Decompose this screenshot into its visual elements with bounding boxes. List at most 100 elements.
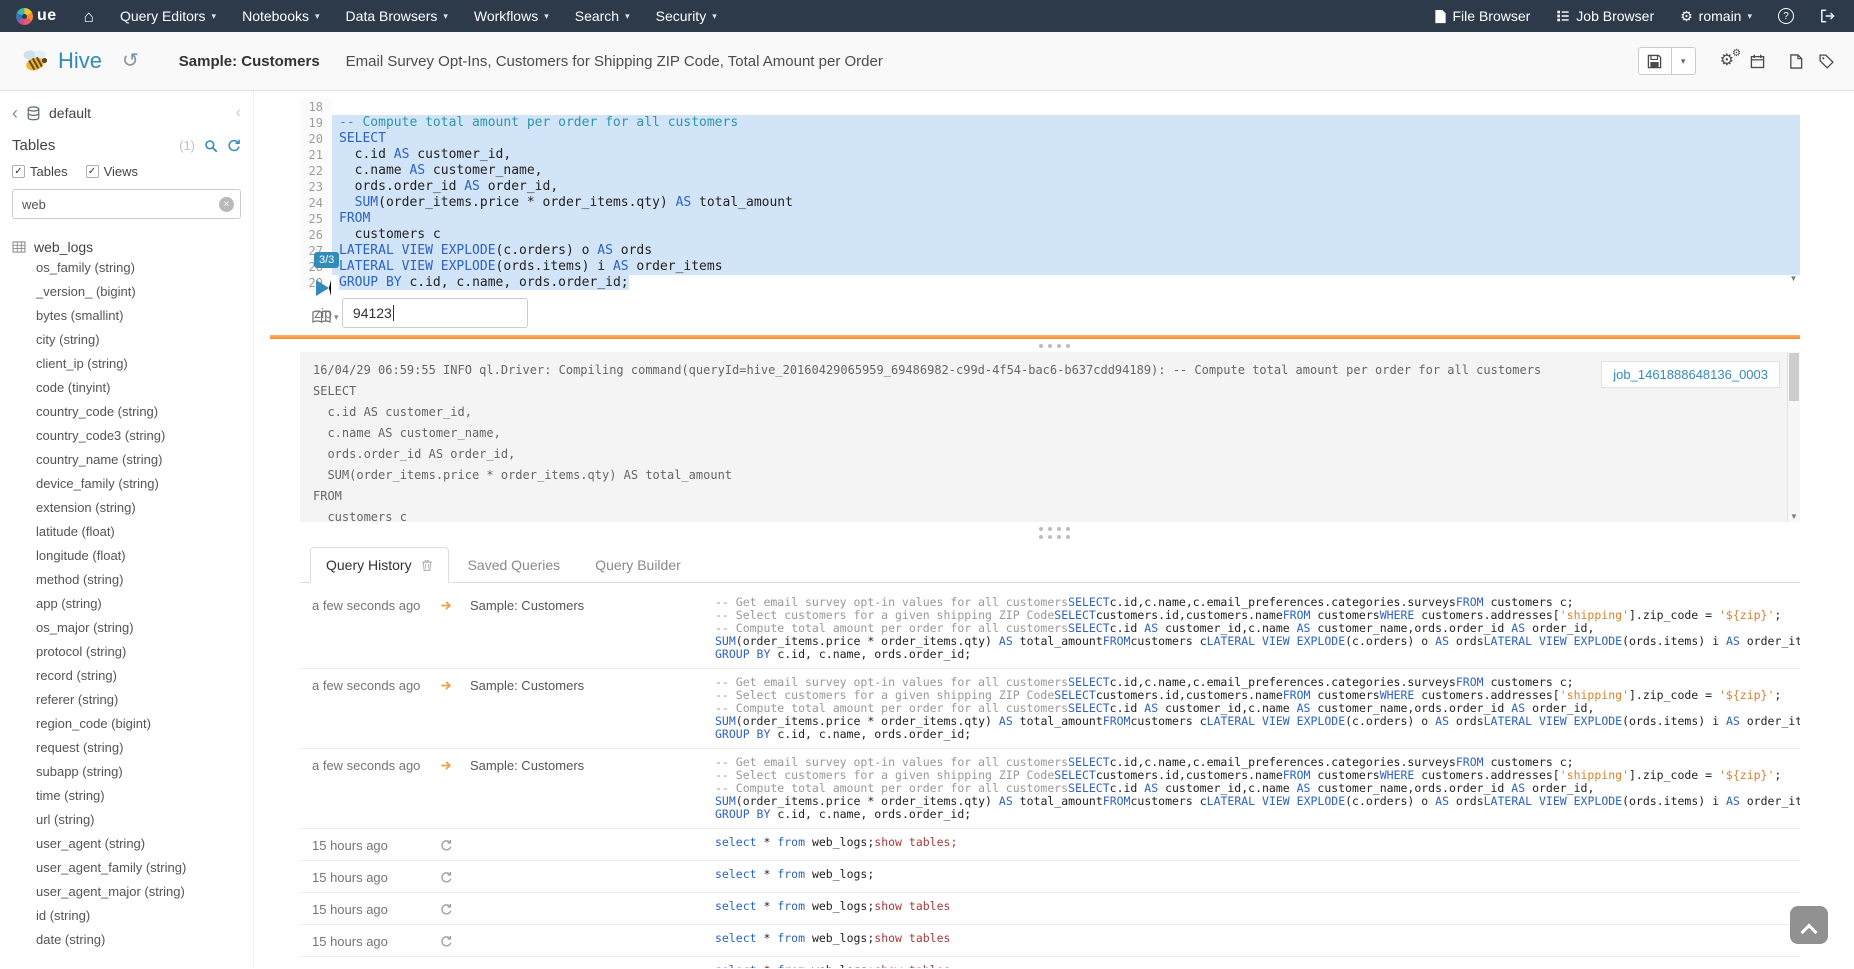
column-item[interactable]: request (string) xyxy=(12,735,241,759)
column-item[interactable]: user_agent_major (string) xyxy=(12,879,241,903)
clear-search-icon[interactable]: × xyxy=(219,197,234,212)
history-row[interactable]: a few seconds agoSample: Customers-- Get… xyxy=(300,669,1800,749)
back-chevron-icon[interactable]: ‹ xyxy=(12,104,18,122)
retry-icon[interactable] xyxy=(430,964,470,968)
settings-button[interactable]: ⚙⚙ xyxy=(1720,53,1734,69)
help-button[interactable]: ? xyxy=(1765,0,1807,32)
retry-icon[interactable] xyxy=(430,932,470,948)
nav-menu-query-editors[interactable]: Query Editors▾ xyxy=(107,0,229,32)
code-line[interactable]: 19-- Compute total amount per order for … xyxy=(300,115,1800,131)
code-line[interactable]: 27LATERAL VIEW EXPLODE(c.orders) o AS or… xyxy=(300,243,1800,259)
column-item[interactable]: client_ip (string) xyxy=(12,351,241,375)
nav-menu-data-browsers[interactable]: Data Browsers▾ xyxy=(333,0,461,32)
tab-query-history[interactable]: Query History xyxy=(310,547,449,583)
query-title[interactable]: Sample: Customers xyxy=(179,53,320,70)
history-row[interactable]: 15 hours agoselect * from web_logs;show … xyxy=(300,829,1800,861)
column-item[interactable]: bytes (smallint) xyxy=(12,303,241,327)
history-row[interactable]: 15 hours agoselect * from web_logs;show … xyxy=(300,957,1800,968)
column-item[interactable]: longitude (float) xyxy=(12,543,241,567)
column-item[interactable]: time (string) xyxy=(12,783,241,807)
log-scroll-down-icon[interactable]: ▼ xyxy=(1788,512,1800,521)
editor-scroll-down-icon[interactable]: ▼ xyxy=(1787,274,1800,283)
column-item[interactable]: os_family (string) xyxy=(12,255,241,279)
variable-value-input[interactable]: 94123 xyxy=(342,298,528,328)
column-item[interactable]: user_agent_family (string) xyxy=(12,855,241,879)
history-row[interactable]: 15 hours agoselect * from web_logs;show … xyxy=(300,925,1800,957)
nav-menu-search[interactable]: Search▾ xyxy=(562,0,643,32)
column-item[interactable]: url (string) xyxy=(12,807,241,831)
scrollbar-thumb[interactable] xyxy=(1789,353,1799,401)
log-scrollbar[interactable]: ▼ xyxy=(1787,352,1800,522)
column-item[interactable]: method (string) xyxy=(12,567,241,591)
column-item[interactable]: record (string) xyxy=(12,663,241,687)
results-resize-grip[interactable] xyxy=(254,522,1854,545)
column-item[interactable]: country_name (string) xyxy=(12,447,241,471)
history-row[interactable]: a few seconds agoSample: Customers-- Get… xyxy=(300,749,1800,829)
history-row[interactable]: 15 hours agoselect * from web_logs;show … xyxy=(300,893,1800,925)
job-browser-button[interactable]: Job Browser xyxy=(1543,0,1667,32)
history-sql-preview[interactable]: select * from web_logs;show tables xyxy=(695,932,1800,945)
code-line[interactable]: 18 xyxy=(300,99,1800,115)
sql-editor[interactable]: 1819-- Compute total amount per order fo… xyxy=(300,91,1800,293)
column-item[interactable]: country_code (string) xyxy=(12,399,241,423)
code-line[interactable]: 26 customers c xyxy=(300,227,1800,243)
code-line[interactable]: 29GROUP BY c.id, c.name, ords.order_id; xyxy=(300,275,1800,291)
column-item[interactable]: id (string) xyxy=(12,903,241,927)
app-name[interactable]: Hive xyxy=(58,48,102,74)
column-item[interactable]: user_agent (string) xyxy=(12,831,241,855)
save-options-button[interactable]: ▾ xyxy=(1672,47,1696,75)
column-item[interactable]: country_code3 (string) xyxy=(12,423,241,447)
filter-views-checkbox[interactable]: ✓ Views xyxy=(86,164,138,179)
column-item[interactable]: city (string) xyxy=(12,327,241,351)
column-item[interactable]: region_code (bigint) xyxy=(12,711,241,735)
history-row[interactable]: 15 hours agoselect * from web_logs; xyxy=(300,861,1800,893)
user-menu[interactable]: ⚙ romain ▾ xyxy=(1667,0,1765,32)
collapse-sidebar-icon[interactable]: ‹ xyxy=(236,104,241,122)
schedule-button[interactable] xyxy=(1750,54,1765,69)
run-arrow-icon[interactable] xyxy=(430,676,470,692)
file-browser-button[interactable]: File Browser xyxy=(1421,0,1544,32)
home-button[interactable]: ⌂ xyxy=(71,0,107,32)
table-search-input[interactable] xyxy=(12,189,241,219)
code-line[interactable]: 28LATERAL VIEW EXPLODE(ords.items) i AS … xyxy=(300,259,1800,275)
history-sql-preview[interactable]: select * from web_logs;show tables; xyxy=(695,836,1800,849)
new-query-button[interactable] xyxy=(1789,54,1803,69)
code-line[interactable]: 24 SUM(order_items.price * order_items.q… xyxy=(300,195,1800,211)
code-line[interactable]: 22 c.name AS customer_name, xyxy=(300,163,1800,179)
column-item[interactable]: referer (string) xyxy=(12,687,241,711)
nav-menu-workflows[interactable]: Workflows▾ xyxy=(461,0,562,32)
logout-button[interactable] xyxy=(1807,0,1848,32)
code-line[interactable]: 23 ords.order_id AS order_id, xyxy=(300,179,1800,195)
column-item[interactable]: protocol (string) xyxy=(12,639,241,663)
column-item[interactable]: date (string) xyxy=(12,927,241,951)
column-item[interactable]: latitude (float) xyxy=(12,519,241,543)
save-button[interactable] xyxy=(1638,47,1672,75)
column-item[interactable]: subapp (string) xyxy=(12,759,241,783)
retry-icon[interactable] xyxy=(430,900,470,916)
history-sql-preview[interactable]: -- Get email survey opt-in values for al… xyxy=(695,756,1800,821)
tags-button[interactable] xyxy=(1819,54,1834,69)
code-line[interactable]: 20SELECT xyxy=(300,131,1800,147)
column-item[interactable]: code (tinyint) xyxy=(12,375,241,399)
code-line[interactable]: 25FROM xyxy=(300,211,1800,227)
column-item[interactable]: device_family (string) xyxy=(12,471,241,495)
refresh-icon[interactable] xyxy=(227,139,241,153)
tab-query-builder[interactable]: Query Builder xyxy=(579,547,697,583)
column-item[interactable]: os_major (string) xyxy=(12,615,241,639)
filter-tables-checkbox[interactable]: ✓ Tables xyxy=(12,164,68,179)
run-arrow-icon[interactable] xyxy=(430,596,470,612)
search-icon[interactable] xyxy=(204,139,218,153)
execute-play-button[interactable] xyxy=(316,280,331,296)
history-sql-preview[interactable]: select * from web_logs;show tables xyxy=(695,964,1800,968)
log-resize-grip[interactable] xyxy=(254,339,1854,352)
database-name[interactable]: default xyxy=(49,105,91,121)
code-line[interactable]: 21 c.id AS customer_id, xyxy=(300,147,1800,163)
hue-brand[interactable]: ue xyxy=(0,0,71,32)
column-item[interactable]: _version_ (bigint) xyxy=(12,279,241,303)
job-link[interactable]: job_1461888648136_0003 xyxy=(1601,361,1780,388)
tab-saved-queries[interactable]: Saved Queries xyxy=(452,547,577,583)
query-history-icon[interactable]: ↺ xyxy=(122,51,139,71)
history-sql-preview[interactable]: -- Get email survey opt-in values for al… xyxy=(695,596,1800,661)
variables-button[interactable]: ▾ xyxy=(312,310,339,324)
nav-menu-notebooks[interactable]: Notebooks▾ xyxy=(229,0,332,32)
